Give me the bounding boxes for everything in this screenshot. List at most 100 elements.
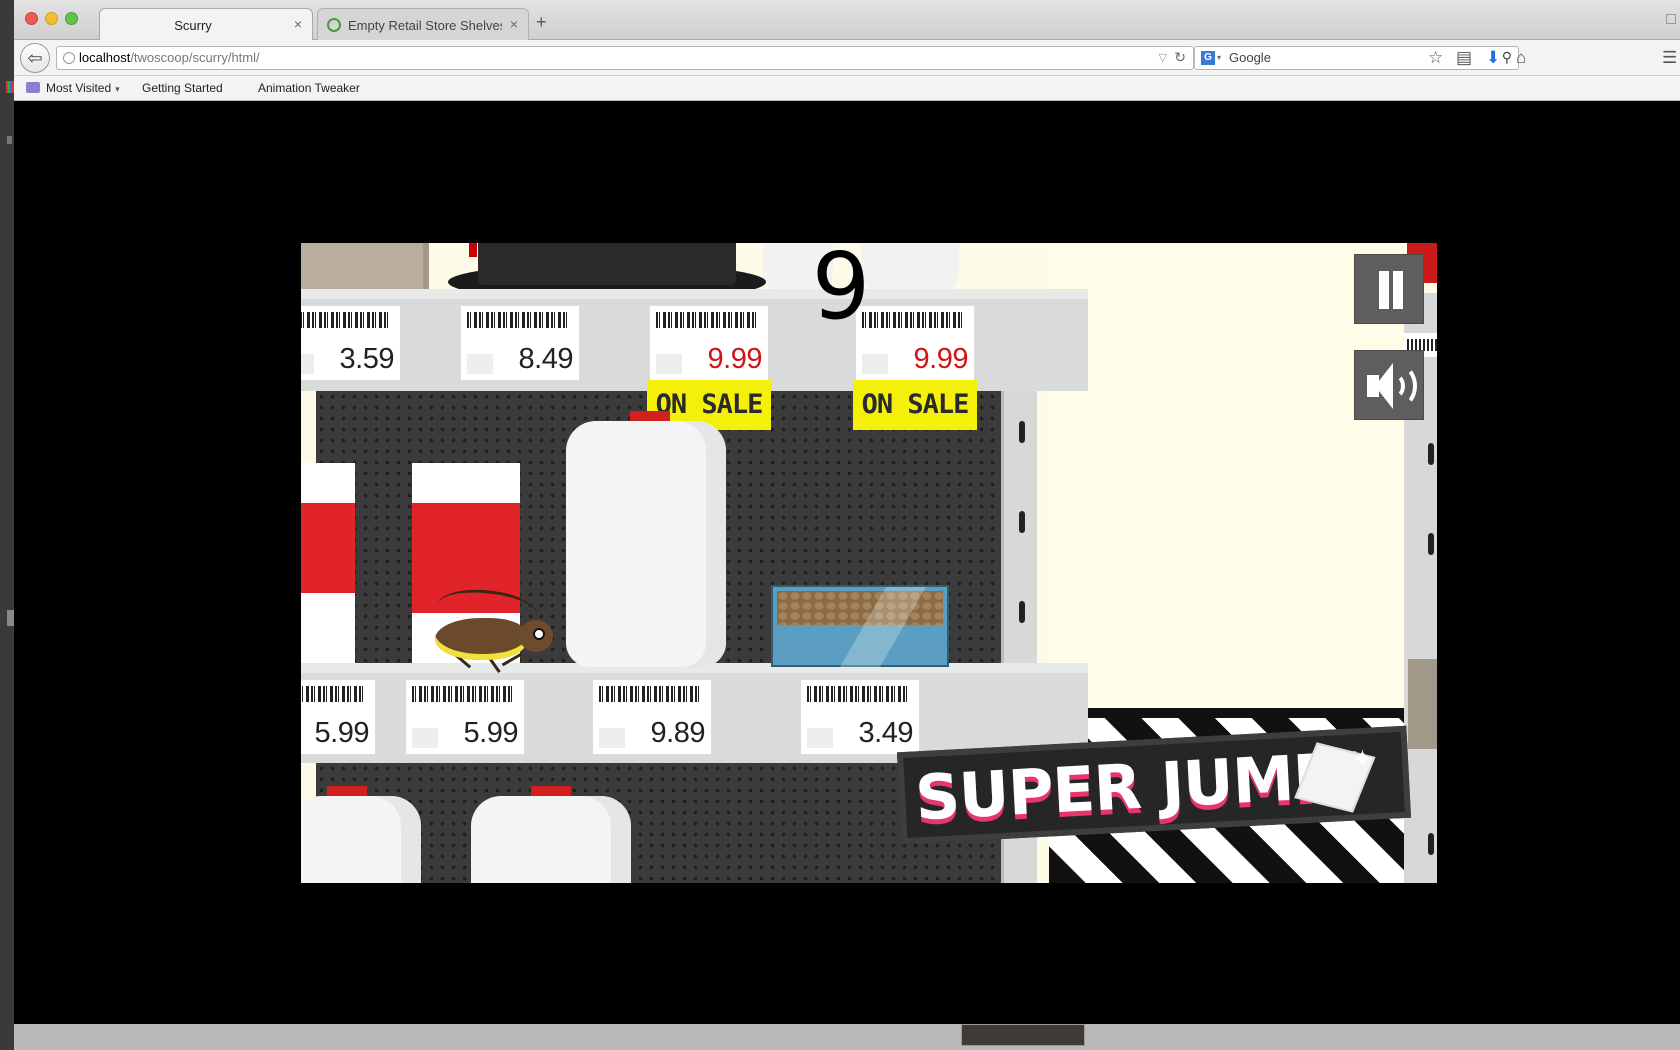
price-tag: 5.99 <box>301 679 376 755</box>
pause-icon <box>1393 271 1403 309</box>
home-icon[interactable]: ⌂ <box>1516 48 1526 68</box>
milk-carton <box>301 463 355 663</box>
upright-slot <box>1019 421 1025 443</box>
price-value: 3.49 <box>858 717 914 749</box>
url-host: localhost <box>79 50 131 65</box>
sound-wave-icon <box>1385 365 1417 407</box>
barcode <box>467 312 567 328</box>
price-value: 5.99 <box>314 717 370 749</box>
roach-body <box>435 618 527 660</box>
tab-bar: Scurry × Empty Retail Store Shelves... ×… <box>14 0 1680 40</box>
milk-jug <box>301 796 421 883</box>
url-path: /twoscoop/scurry/html/ <box>130 50 260 65</box>
price-value: 5.99 <box>463 717 519 749</box>
url-bar[interactable]: localhost/twoscoop/scurry/html/ ▽ ↻ <box>56 46 1194 70</box>
barcode <box>301 312 388 328</box>
tag-square <box>467 354 493 374</box>
fullscreen-icon[interactable] <box>1666 14 1676 24</box>
price-tag: 5.99 <box>405 679 525 755</box>
price-tag: 8.49 <box>460 305 580 381</box>
chevron-down-icon: ▾ <box>115 84 120 94</box>
strip-handle[interactable] <box>7 610 14 626</box>
pause-icon <box>1379 271 1389 309</box>
paper-cup <box>1408 659 1437 749</box>
price-tag: 9.89 <box>592 679 712 755</box>
bookmark-label: Getting Started <box>142 81 223 95</box>
sound-button[interactable] <box>1354 350 1424 420</box>
tag-square <box>412 728 438 748</box>
window-close-button[interactable] <box>25 12 38 25</box>
upright-slot <box>1019 601 1025 623</box>
url-history-dropdown-icon[interactable]: ▽ <box>1159 47 1167 69</box>
top-box <box>301 243 429 293</box>
navigation-toolbar: ⇦ localhost/twoscoop/scurry/html/ ▽ ↻ G … <box>14 40 1680 76</box>
roach-eye <box>533 628 545 640</box>
price-tag: 9.99 <box>649 305 769 381</box>
google-engine-icon[interactable]: G <box>1201 51 1215 65</box>
red-product-tab <box>469 243 477 257</box>
price-tag: 3.59 <box>301 305 401 381</box>
bookmark-animation-tweaker[interactable]: Animation Tweaker <box>258 81 740 435</box>
tab-scurry[interactable]: Scurry × <box>99 8 313 40</box>
game-canvas[interactable]: 3.59 8.49 9.99 9.99 ON SALE ON SALE 5.99… <box>301 243 1437 883</box>
upright-slot <box>1428 533 1434 555</box>
sparkle-icon: ✦ <box>1351 743 1375 775</box>
tab-favicon-icon <box>327 18 341 32</box>
bookmark-getting-started[interactable]: Getting Started <box>142 81 624 435</box>
site-identity-icon[interactable] <box>63 52 75 64</box>
bookmarks-bar: Most Visited ▾ Getting Started Animation … <box>6 76 1680 435</box>
bookmark-most-visited[interactable]: Most Visited ▾ <box>26 81 120 95</box>
download-icon[interactable]: ⬇ <box>1486 48 1500 68</box>
barcode <box>599 686 699 702</box>
bookmark-label: Most Visited <box>46 81 112 95</box>
tag-square <box>862 354 888 374</box>
price-tag: 3.49 <box>800 679 920 755</box>
pause-button[interactable] <box>1354 254 1424 324</box>
sale-price-value: 9.99 <box>913 343 969 375</box>
search-placeholder: Google <box>1229 50 1271 65</box>
barcode <box>412 686 512 702</box>
tab-title: Empty Retail Store Shelves... <box>348 18 502 33</box>
score-counter: 9 <box>811 243 871 340</box>
barcode <box>656 312 756 328</box>
tag-square <box>599 728 625 748</box>
browser-window: Scurry × Empty Retail Store Shelves... ×… <box>6 0 1680 1024</box>
tag-square <box>807 728 833 748</box>
desktop-left-strip <box>0 0 14 1050</box>
top-hat-crown <box>478 243 736 285</box>
apps-icon[interactable] <box>6 81 14 93</box>
price-value: 9.89 <box>650 717 706 749</box>
dock-strip <box>14 1024 1680 1050</box>
search-icon[interactable]: ⚲ <box>1502 46 1512 68</box>
tab-title: Scurry <box>174 18 212 33</box>
bookmark-star-icon[interactable]: ☆ <box>1428 48 1443 68</box>
nut-container <box>771 585 949 667</box>
new-tab-button[interactable]: + <box>536 12 547 33</box>
barcode <box>807 686 907 702</box>
barcode <box>301 686 363 702</box>
window-zoom-button[interactable] <box>65 12 78 25</box>
upright-slot <box>1428 443 1434 465</box>
price-value: 3.59 <box>339 343 395 375</box>
tab-close-icon[interactable]: × <box>294 16 302 32</box>
floor-edge <box>1049 708 1437 718</box>
on-sale-tag: ON SALE <box>853 380 977 430</box>
reload-icon[interactable]: ↻ <box>1174 46 1186 68</box>
tab-empty-retail-store-shelves[interactable]: Empty Retail Store Shelves... × <box>317 8 529 40</box>
upright-slot <box>1428 833 1434 855</box>
sale-price-value: 9.99 <box>707 343 763 375</box>
tab-close-icon[interactable]: × <box>510 16 518 32</box>
shelf-lip <box>301 289 1088 299</box>
back-button[interactable]: ⇦ <box>20 43 50 73</box>
tag-square <box>301 354 314 374</box>
strip-marker <box>7 136 12 144</box>
folder-icon <box>26 82 40 93</box>
carton-stripe <box>301 503 355 593</box>
engine-dropdown-icon[interactable]: ▾ <box>1217 47 1221 69</box>
window-minimize-button[interactable] <box>45 12 58 25</box>
reading-list-icon[interactable]: ▤ <box>1456 48 1472 68</box>
menu-icon[interactable]: ☰ <box>1662 48 1677 68</box>
bookmark-label: Animation Tweaker <box>258 81 360 95</box>
upright-slot <box>1019 511 1025 533</box>
dock-thumbnail[interactable] <box>961 1024 1085 1046</box>
